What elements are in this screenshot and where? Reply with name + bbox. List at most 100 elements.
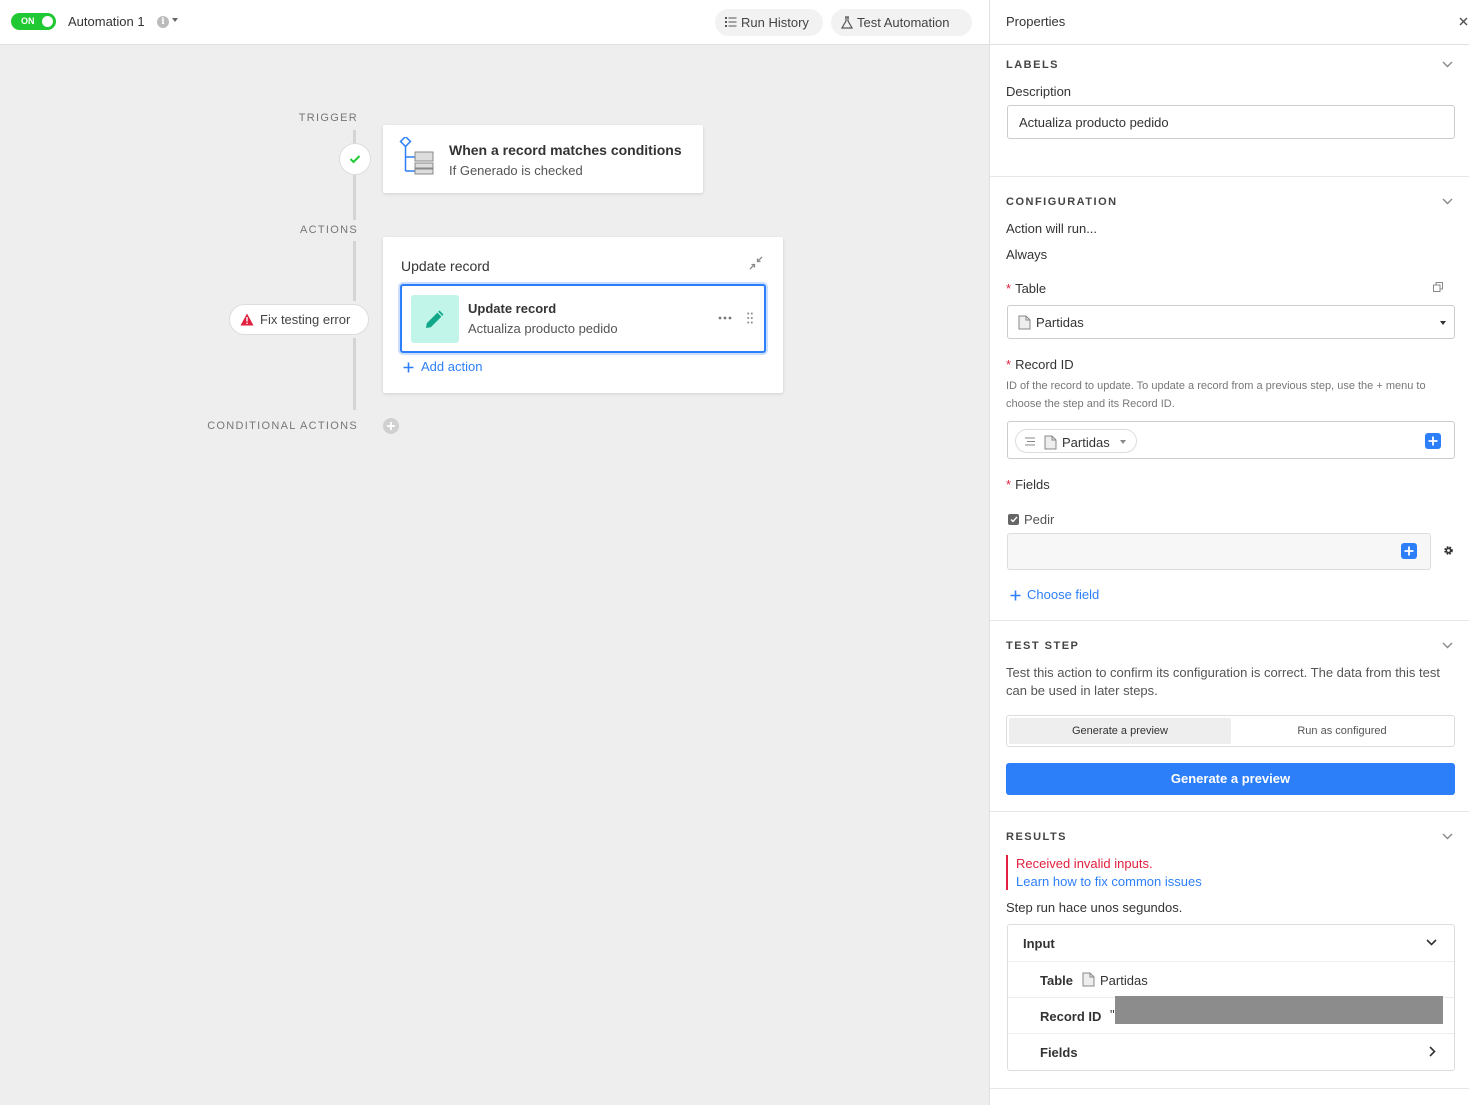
toggle-label: ON [21, 16, 35, 26]
fields-label-text: Fields [1015, 477, 1050, 492]
add-action-button[interactable]: Add action [403, 359, 482, 374]
conditional-actions-label: CONDITIONAL ACTIONS [207, 420, 358, 432]
record-id-token-label: Partidas [1062, 435, 1110, 450]
drag-handle-icon[interactable] [747, 312, 753, 324]
input-row[interactable]: Input [1008, 925, 1454, 962]
fields-label: * Fields [1006, 477, 1050, 492]
input-results-table: Input Table Partidas Record ID " Fields [1007, 924, 1455, 1071]
input-table-row: Table Partidas [1008, 962, 1454, 998]
description-input[interactable]: Actualiza producto pedido [1007, 105, 1455, 139]
table-select-value: Partidas [1036, 315, 1084, 330]
generate-preview-button[interactable]: Generate a preview [1006, 763, 1455, 795]
insert-value-button[interactable] [1425, 433, 1441, 449]
fix-common-issues-link[interactable]: Learn how to fix common issues [1016, 873, 1202, 891]
pencil-tile [411, 295, 459, 343]
flow-connector [353, 175, 356, 220]
record-id-label: * Record ID [1006, 357, 1074, 372]
insert-value-button[interactable] [1401, 543, 1417, 559]
input-table-key: Table [1040, 973, 1073, 988]
segment-generate-preview[interactable]: Generate a preview [1009, 718, 1231, 744]
chevron-down-icon [1120, 440, 1126, 444]
plus-icon [1404, 546, 1414, 556]
warning-icon [240, 313, 254, 326]
automation-canvas: ON Automation 1 i Run History Test Autom… [0, 0, 989, 1105]
check-icon [349, 155, 361, 164]
chevron-down-icon[interactable] [172, 18, 178, 22]
action-group-title: Update record [401, 258, 490, 274]
fix-testing-error-button[interactable]: Fix testing error [229, 304, 369, 335]
redacted-value [1115, 996, 1443, 1024]
pencil-icon [426, 310, 444, 328]
section-divider [990, 620, 1469, 621]
table-doc-icon [1018, 315, 1031, 330]
input-label: Input [1023, 936, 1055, 951]
plus-icon [1010, 590, 1021, 601]
record-id-input[interactable]: Partidas [1007, 421, 1455, 459]
plus-icon [387, 422, 395, 430]
panel-title: Properties [1006, 14, 1066, 29]
record-id-label-text: Record ID [1015, 357, 1074, 372]
conditions-tree-icon [399, 137, 434, 175]
input-fields-row[interactable]: Fields [1008, 1034, 1454, 1070]
plus-icon [1428, 436, 1438, 446]
required-mark: * [1006, 357, 1012, 372]
close-icon[interactable] [1459, 17, 1468, 26]
section-divider [990, 176, 1469, 177]
results-error: Received invalid inputs. Learn how to fi… [1006, 855, 1202, 890]
input-fields-key: Fields [1040, 1045, 1078, 1060]
step-run-time: Step run hace unos segundos. [1006, 900, 1183, 915]
test-automation-label: Test Automation [857, 15, 950, 30]
segment-run-as-configured[interactable]: Run as configured [1231, 718, 1453, 744]
table-label-text: Table [1015, 281, 1047, 296]
test-step-description: Test this action to confirm its configur… [1006, 665, 1440, 698]
automation-name[interactable]: Automation 1 [68, 14, 145, 29]
info-icon[interactable]: i [157, 16, 169, 28]
update-record-action[interactable]: Update record Actualiza producto pedido [400, 284, 766, 353]
trigger-title: When a record matches conditions [449, 142, 682, 158]
field-name-pedir: Pedir [1024, 512, 1055, 527]
required-mark: * [1006, 477, 1012, 492]
automation-on-toggle[interactable]: ON [11, 13, 56, 30]
record-id-token[interactable]: Partidas [1015, 429, 1137, 453]
chevron-down-icon[interactable] [1442, 198, 1453, 205]
input-record-id-row: Record ID " [1008, 996, 1454, 1034]
action-will-run-value: Always [1006, 247, 1048, 262]
labels-heading: LABELS [1006, 59, 1059, 71]
trigger-subtitle: If Generado is checked [449, 163, 583, 178]
gear-icon[interactable] [1443, 545, 1454, 556]
add-conditional-action-button[interactable] [383, 418, 399, 434]
test-automation-button[interactable]: Test Automation [831, 9, 972, 36]
copy-icon[interactable] [1433, 282, 1443, 292]
table-label: * Table [1006, 281, 1046, 296]
chevron-down-icon[interactable] [1442, 61, 1453, 68]
fix-testing-error-label: Fix testing error [260, 312, 351, 327]
pedir-field-input[interactable] [1007, 533, 1431, 570]
description-label: Description [1006, 84, 1072, 99]
action-will-run-label: Action will run... [1006, 221, 1098, 236]
table-select[interactable]: Partidas [1007, 305, 1455, 339]
input-table-value: Partidas [1100, 973, 1148, 988]
trigger-card[interactable]: When a record matches conditions If Gene… [383, 125, 703, 193]
chevron-down-icon[interactable] [1442, 642, 1453, 649]
collapse-icon[interactable] [749, 256, 763, 270]
more-icon[interactable] [718, 316, 732, 320]
run-history-button[interactable]: Run History [715, 9, 823, 36]
chevron-down-icon [1426, 939, 1437, 946]
section-divider [990, 1088, 1469, 1089]
checkbox-field-icon [1008, 514, 1019, 525]
choose-field-button[interactable]: Choose field [1010, 587, 1099, 602]
test-step-heading: TEST STEP [1006, 640, 1080, 652]
section-divider [990, 811, 1469, 812]
chevron-down-icon [1440, 321, 1446, 325]
results-heading: RESULTS [1006, 831, 1068, 843]
input-record-id-quote: " [1110, 1007, 1115, 1022]
top-bar: ON Automation 1 i Run History Test Autom… [0, 0, 989, 45]
flow-connector [353, 338, 356, 410]
configuration-heading: CONFIGURATION [1006, 196, 1118, 208]
chevron-down-icon[interactable] [1442, 833, 1453, 840]
add-action-label: Add action [421, 359, 483, 374]
actions-section-label: ACTIONS [300, 224, 358, 236]
check-icon [1010, 516, 1018, 523]
error-message: Received invalid inputs. [1016, 856, 1153, 871]
trigger-section-label: TRIGGER [298, 112, 358, 124]
